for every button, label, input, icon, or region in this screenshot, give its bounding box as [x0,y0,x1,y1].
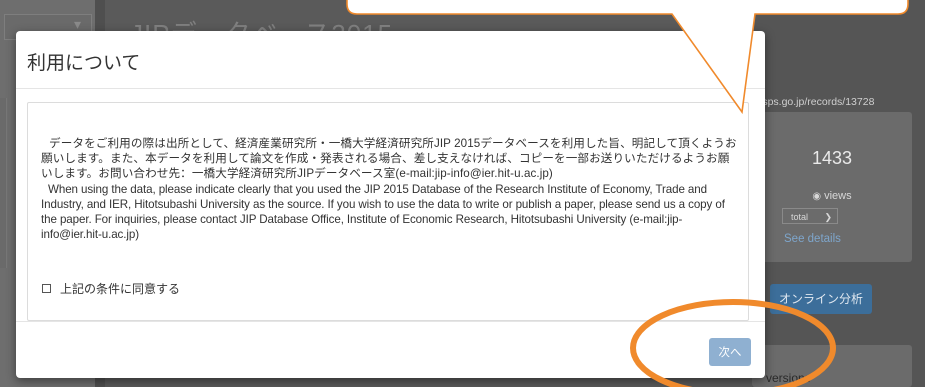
terms-modal: 利用について データをご利用の際は出所として、経済産業研究所・一橋大学経済研究所… [16,31,765,378]
views-panel: 1433 ◉ views total ❯ See details [752,112,912,262]
terms-text: データをご利用の際は出所として、経済産業研究所・一橋大学経済研究所JIP 201… [41,136,741,242]
record-url[interactable]: jsps.go.jp/records/13728 [760,96,925,108]
views-period-select[interactable]: total ❯ [782,208,838,224]
next-button[interactable]: 次へ [709,338,751,366]
terms-english: When using the data, please indicate cle… [41,182,725,242]
modal-footer-divider [16,321,765,322]
sidebar-list-edge [0,98,7,268]
versions-label: versions [766,371,811,385]
views-label: views [824,190,852,202]
see-details-link[interactable]: See details [784,233,841,245]
views-period-value: total [791,212,809,222]
modal-title: 利用について [27,52,141,74]
terms-japanese: データをご利用の際は出所として、経済産業研究所・一橋大学経済研究所JIP 201… [41,137,737,181]
modal-header: 利用について [16,31,765,89]
agree-checkbox-row[interactable]: 上記の条件に同意する [42,280,180,297]
online-analysis-button[interactable]: オンライン分析 [770,284,872,314]
views-label-row: ◉ views [752,190,912,202]
terms-panel: データをご利用の際は出所として、経済産業研究所・一橋大学経済研究所JIP 201… [27,102,749,321]
agree-checkbox[interactable] [42,284,51,293]
agree-label: 上記の条件に同意する [60,282,181,296]
versions-panel: versions [752,345,912,387]
views-count: 1433 [811,148,853,168]
chevron-down-icon: ❯ [824,212,832,222]
eye-icon: ◉ [812,191,822,202]
